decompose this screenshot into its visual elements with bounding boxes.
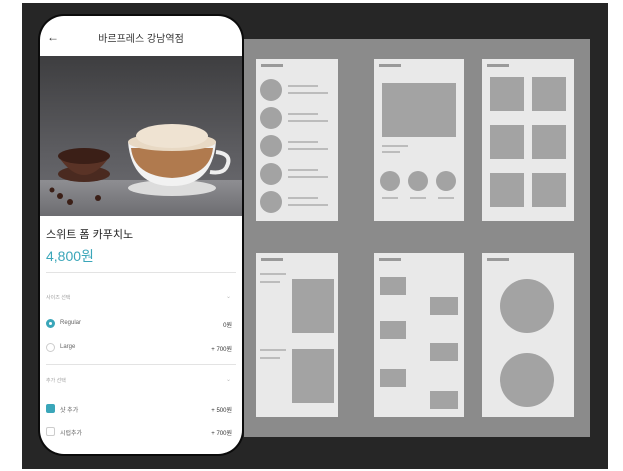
checkbox-icon[interactable] [46, 427, 55, 436]
wireframe-article-page [256, 253, 338, 417]
product-price: 4,800원 [46, 248, 94, 264]
product-name: 스위트 폼 카푸치노 [46, 229, 134, 241]
option-label: Large [60, 344, 76, 350]
coffee-illustration [49, 124, 231, 205]
wireframe-list-page [256, 59, 338, 221]
section-title-extra: 추가 선택 [46, 378, 66, 384]
radio-selected-icon[interactable] [46, 319, 55, 328]
product-image [40, 56, 242, 216]
option-label: 시럽추가 [60, 431, 83, 437]
option-extra-shot[interactable]: 샷 추가 + 500원 [46, 402, 232, 416]
option-label: 샷 추가 [60, 408, 79, 414]
wireframe-feed-page [374, 253, 464, 417]
checkbox-checked-icon[interactable] [46, 404, 55, 413]
app-header: ← 바르프레스 강남역점 [40, 16, 242, 56]
divider [46, 364, 236, 365]
option-price: + 500원 [211, 408, 232, 414]
wireframe-panel [244, 39, 590, 437]
wireframe-grid-page [482, 59, 574, 221]
divider [46, 272, 236, 273]
option-price: 0원 [223, 323, 232, 329]
wireframe-circles-page [482, 253, 574, 417]
section-title-size: 사이즈 선택 [46, 295, 71, 301]
wireframe-detail-page [374, 59, 464, 221]
option-label: Regular [60, 320, 82, 326]
option-price: + 700원 [211, 431, 232, 437]
phone-screen: ← 바르프레스 강남역점 스위트 폼 카푸치노 4,800원 사이즈 선택 ⌄ [40, 16, 242, 454]
option-price: + 700원 [211, 347, 232, 353]
option-regular[interactable]: Regular 0원 [46, 317, 232, 331]
store-title: 바르프레스 강남역점 [98, 34, 184, 45]
option-extra-syrup[interactable]: 시럽추가 + 700원 [46, 425, 232, 439]
radio-icon[interactable] [46, 343, 55, 352]
chevron-down-icon[interactable]: ⌄ [226, 376, 232, 383]
arrow-left-icon[interactable]: ← [46, 30, 60, 44]
option-large[interactable]: Large + 700원 [46, 341, 232, 355]
chevron-down-icon[interactable]: ⌄ [226, 293, 232, 300]
